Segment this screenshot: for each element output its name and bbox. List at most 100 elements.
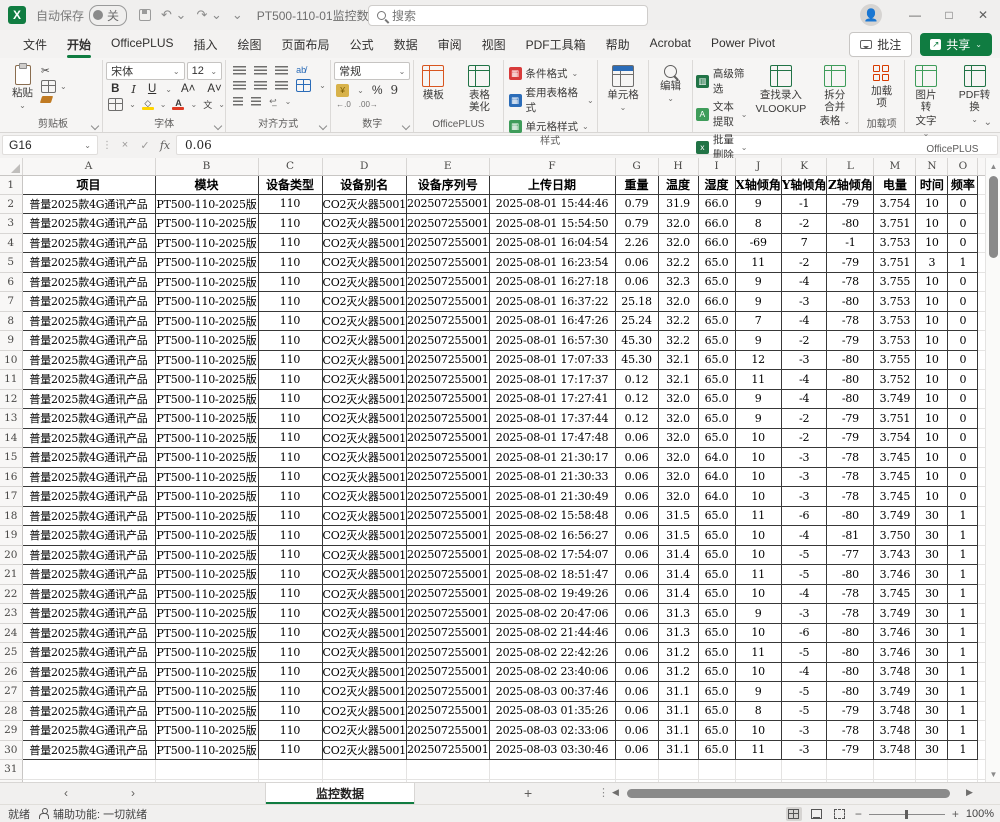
cell-L6[interactable]: -78 bbox=[827, 272, 874, 292]
cell-F19[interactable]: 2025-08-02 16:56:27 bbox=[489, 526, 615, 546]
cell-J22[interactable]: 10 bbox=[735, 584, 781, 604]
cell-K29[interactable]: -3 bbox=[781, 721, 827, 741]
cell-G30[interactable]: 0.06 bbox=[615, 740, 658, 760]
menu-tab-Power Pivot[interactable]: Power Pivot bbox=[702, 32, 784, 57]
cell-N6[interactable]: 10 bbox=[916, 272, 948, 292]
cell-K31[interactable] bbox=[781, 760, 827, 780]
cell-C9[interactable]: 110 bbox=[258, 331, 322, 351]
cell-C21[interactable]: 110 bbox=[258, 565, 322, 585]
cell-C2[interactable]: 110 bbox=[258, 194, 322, 214]
cell-I14[interactable]: 65.0 bbox=[698, 428, 735, 448]
cell-H3[interactable]: 32.0 bbox=[658, 214, 698, 234]
cell-C27[interactable]: 110 bbox=[258, 682, 322, 702]
cell-G17[interactable]: 0.06 bbox=[615, 487, 658, 507]
cell-B30[interactable]: PT500-110-2025版 bbox=[155, 740, 258, 760]
cell-B22[interactable]: PT500-110-2025版 bbox=[155, 584, 258, 604]
increase-indent-icon[interactable] bbox=[251, 97, 261, 106]
cell-G1[interactable]: 重量 bbox=[615, 175, 658, 194]
cell-B12[interactable]: PT500-110-2025版 bbox=[155, 389, 258, 409]
cell-I27[interactable]: 65.0 bbox=[698, 682, 735, 702]
column-header-C[interactable]: C bbox=[258, 158, 322, 175]
cell-G5[interactable]: 0.06 bbox=[615, 253, 658, 273]
cell-G15[interactable]: 0.06 bbox=[615, 448, 658, 468]
row-header-11[interactable]: 11 bbox=[0, 370, 22, 390]
cell-O13[interactable]: 0 bbox=[948, 409, 978, 429]
cell-K5[interactable]: -2 bbox=[781, 253, 827, 273]
cell-B19[interactable]: PT500-110-2025版 bbox=[155, 526, 258, 546]
cell-O11[interactable]: 0 bbox=[948, 370, 978, 390]
cell-A28[interactable]: 普量2025款4G通讯产品 bbox=[22, 701, 155, 721]
cell-E30[interactable]: 202507255001 bbox=[406, 740, 489, 760]
cell-A26[interactable]: 普量2025款4G通讯产品 bbox=[22, 662, 155, 682]
cell-H7[interactable]: 32.0 bbox=[658, 292, 698, 312]
cell-K15[interactable]: -3 bbox=[781, 448, 827, 468]
cell-M24[interactable]: 3.746 bbox=[874, 623, 916, 643]
cell-G21[interactable]: 0.06 bbox=[615, 565, 658, 585]
cell-E9[interactable]: 202507255001 bbox=[406, 331, 489, 351]
cell-C23[interactable]: 110 bbox=[258, 604, 322, 624]
cell-A15[interactable]: 普量2025款4G通讯产品 bbox=[22, 448, 155, 468]
cell-E23[interactable]: 202507255001 bbox=[406, 604, 489, 624]
cell-N11[interactable]: 10 bbox=[916, 370, 948, 390]
menu-tab-公式[interactable]: 公式 bbox=[341, 32, 383, 57]
cell-B29[interactable]: PT500-110-2025版 bbox=[155, 721, 258, 741]
cell-G12[interactable]: 0.12 bbox=[615, 389, 658, 409]
cell-H26[interactable]: 31.2 bbox=[658, 662, 698, 682]
cell-L9[interactable]: -79 bbox=[827, 331, 874, 351]
cell-J6[interactable]: 9 bbox=[735, 272, 781, 292]
share-button[interactable]: ↗共享 ⌄ bbox=[920, 33, 992, 56]
cell-G2[interactable]: 0.79 bbox=[615, 194, 658, 214]
cell-B26[interactable]: PT500-110-2025版 bbox=[155, 662, 258, 682]
cell-A20[interactable]: 普量2025款4G通讯产品 bbox=[22, 545, 155, 565]
cell-E6[interactable]: 202507255001 bbox=[406, 272, 489, 292]
cell-D14[interactable]: CO2灭火器5001 bbox=[322, 428, 406, 448]
cell-A8[interactable]: 普量2025款4G通讯产品 bbox=[22, 311, 155, 331]
cut-button[interactable]: ✂ bbox=[41, 65, 67, 77]
cell-K2[interactable]: -1 bbox=[781, 194, 827, 214]
cell-O14[interactable]: 0 bbox=[948, 428, 978, 448]
cell-N14[interactable]: 10 bbox=[916, 428, 948, 448]
cell-D6[interactable]: CO2灭火器5001 bbox=[322, 272, 406, 292]
row-header-9[interactable]: 9 bbox=[0, 331, 22, 351]
cell-D18[interactable]: CO2灭火器5001 bbox=[322, 506, 406, 526]
cell-D10[interactable]: CO2灭火器5001 bbox=[322, 350, 406, 370]
cell-C29[interactable]: 110 bbox=[258, 721, 322, 741]
cell-M7[interactable]: 3.753 bbox=[874, 292, 916, 312]
column-header-L[interactable]: L bbox=[827, 158, 874, 175]
merge-center-icon[interactable] bbox=[296, 79, 311, 92]
cell-M14[interactable]: 3.754 bbox=[874, 428, 916, 448]
font-name-select[interactable]: 宋体⌄ bbox=[106, 62, 185, 80]
cell-I20[interactable]: 65.0 bbox=[698, 545, 735, 565]
cell-M25[interactable]: 3.746 bbox=[874, 643, 916, 663]
cell-A1[interactable]: 项目 bbox=[22, 175, 155, 194]
autosave-control[interactable]: 自动保存 关 bbox=[36, 5, 127, 26]
cell-O19[interactable]: 1 bbox=[948, 526, 978, 546]
cell-B27[interactable]: PT500-110-2025版 bbox=[155, 682, 258, 702]
row-header-17[interactable]: 17 bbox=[0, 487, 22, 507]
cell-M20[interactable]: 3.743 bbox=[874, 545, 916, 565]
cell-F14[interactable]: 2025-08-01 17:47:48 bbox=[489, 428, 615, 448]
cell-B9[interactable]: PT500-110-2025版 bbox=[155, 331, 258, 351]
cell-E29[interactable]: 202507255001 bbox=[406, 721, 489, 741]
column-header-D[interactable]: D bbox=[322, 158, 406, 175]
cell-C10[interactable]: 110 bbox=[258, 350, 322, 370]
cell-D20[interactable]: CO2灭火器5001 bbox=[322, 545, 406, 565]
cell-M16[interactable]: 3.745 bbox=[874, 467, 916, 487]
zoom-out-icon[interactable]: − bbox=[855, 807, 862, 821]
row-header-31[interactable]: 31 bbox=[0, 760, 22, 780]
cell-M26[interactable]: 3.748 bbox=[874, 662, 916, 682]
cell-D12[interactable]: CO2灭火器5001 bbox=[322, 389, 406, 409]
cell-G9[interactable]: 45.30 bbox=[615, 331, 658, 351]
cell-J3[interactable]: 8 bbox=[735, 214, 781, 234]
cell-A6[interactable]: 普量2025款4G通讯产品 bbox=[22, 272, 155, 292]
insert-function-icon[interactable]: fx bbox=[156, 139, 174, 152]
cell-H2[interactable]: 31.9 bbox=[658, 194, 698, 214]
cell-C14[interactable]: 110 bbox=[258, 428, 322, 448]
cell-G25[interactable]: 0.06 bbox=[615, 643, 658, 663]
cell-K24[interactable]: -6 bbox=[781, 623, 827, 643]
cell-E16[interactable]: 202507255001 bbox=[406, 467, 489, 487]
cell-D7[interactable]: CO2灭火器5001 bbox=[322, 292, 406, 312]
row-header-15[interactable]: 15 bbox=[0, 448, 22, 468]
cell-J28[interactable]: 8 bbox=[735, 701, 781, 721]
cell-A16[interactable]: 普量2025款4G通讯产品 bbox=[22, 467, 155, 487]
